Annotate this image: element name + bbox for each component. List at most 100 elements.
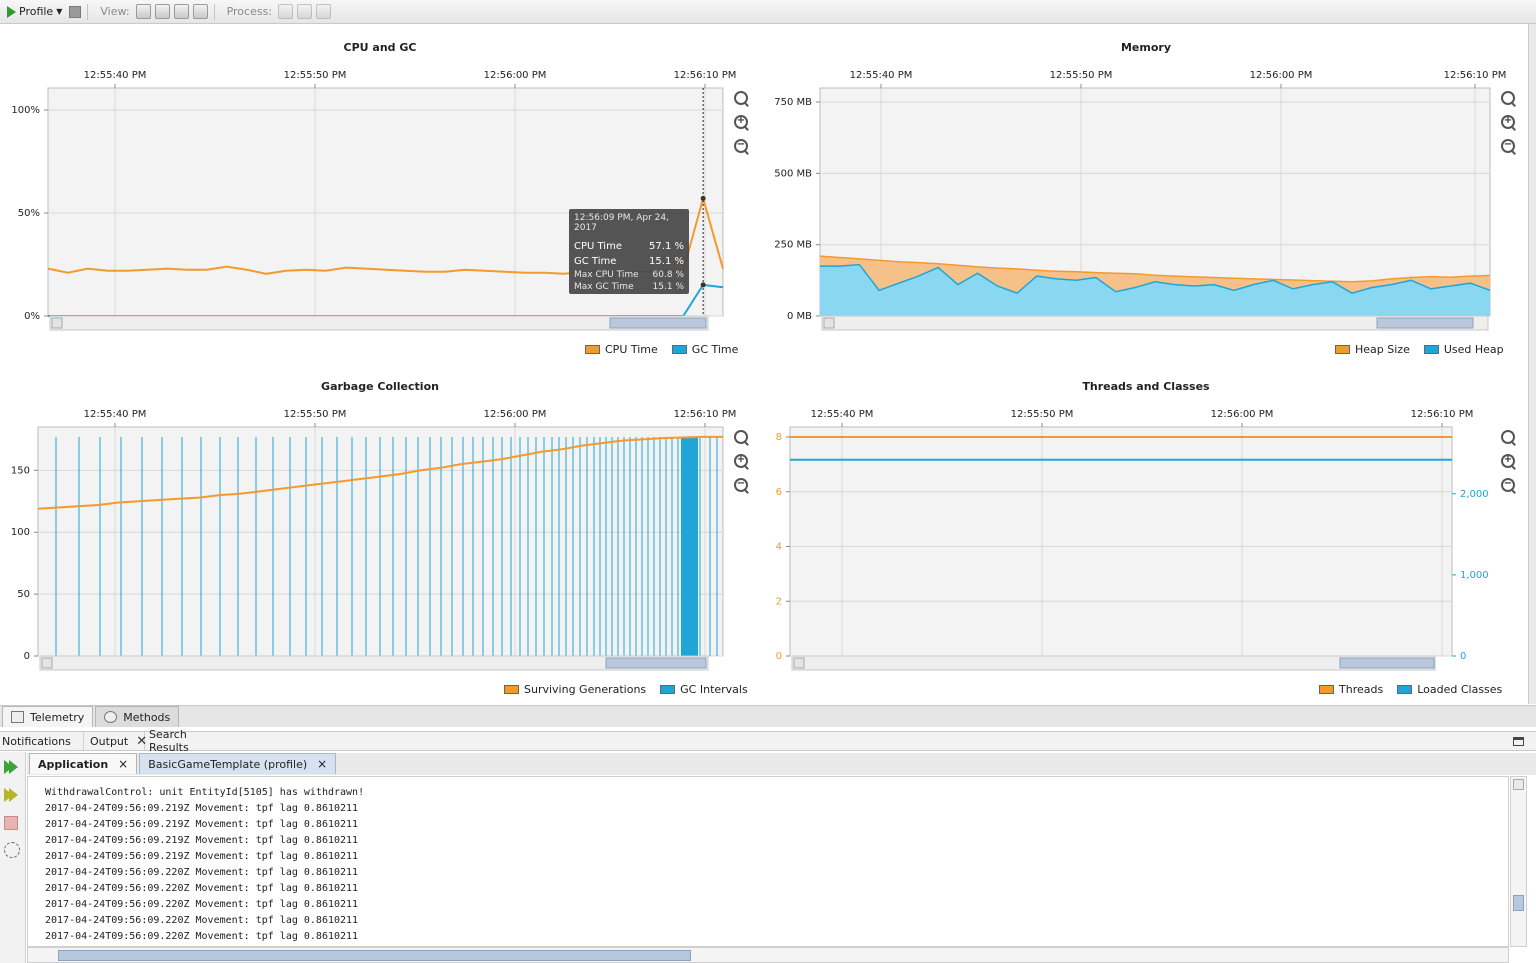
cpu-chart-title: CPU and GC	[343, 41, 417, 54]
tooltip-value: 15.1 %	[652, 282, 684, 292]
threads-legend: Threads Loaded Classes	[1319, 683, 1502, 696]
console-line: 2017-04-24T09:56:09.220Z Movement: tpf l…	[45, 899, 359, 910]
legend-heap-size: Heap Size	[1335, 343, 1410, 356]
scroll-thumb[interactable]	[58, 950, 691, 961]
snapshot-icon[interactable]	[278, 4, 294, 19]
time-tick-label: 12:56:00 PM	[1211, 409, 1274, 420]
zoom-in-icon[interactable]: +	[733, 453, 751, 471]
threads-y-tick-label: 6	[776, 487, 782, 498]
zoom-in-icon[interactable]: +	[1500, 453, 1518, 471]
threads-zoom-controls: + −	[1500, 429, 1518, 495]
time-tick-label: 12:55:50 PM	[284, 409, 347, 420]
time-tick-label: 12:56:10 PM	[1411, 409, 1474, 420]
tab-label: BasicGameTemplate (profile)	[148, 757, 308, 771]
stop-icon[interactable]	[4, 816, 18, 830]
chart-scrollbar	[49, 315, 709, 331]
tab-notifications[interactable]: Notifications	[0, 732, 84, 750]
threads-chart: 12:55:40 PM 12:55:50 PM 12:56:00 PM 12:56:1…	[776, 409, 1489, 671]
legend-label: Loaded Classes	[1417, 683, 1503, 696]
tooltip-label: CPU Time	[574, 241, 622, 252]
right-scroll-edge[interactable]	[1528, 24, 1536, 704]
zoom-out-icon[interactable]: −	[1500, 477, 1518, 495]
zoom-out-icon[interactable]: −	[733, 138, 751, 156]
close-icon[interactable]: ×	[118, 757, 128, 771]
threads-y-tick-label: 8	[776, 432, 782, 443]
heap-dump-icon[interactable]	[297, 4, 313, 19]
tab-telemetry[interactable]: Telemetry	[2, 706, 94, 727]
tab-application[interactable]: Application ×	[29, 753, 138, 774]
time-tick-label: 12:56:10 PM	[674, 70, 737, 81]
tooltip-gc-row: GC Time 15.1 %	[574, 254, 684, 269]
settings-icon[interactable]	[4, 842, 20, 858]
plot-area	[789, 426, 1453, 657]
console-horizontal-scrollbar[interactable]	[27, 947, 1509, 963]
tooltip-max-gc-row: Max GC Time 15.1 %	[574, 281, 684, 293]
legend-swatch	[585, 345, 600, 354]
zoom-fit-icon[interactable]	[1500, 429, 1518, 447]
memory-chart-title: Memory	[1120, 41, 1172, 54]
zoom-out-icon[interactable]: −	[733, 477, 751, 495]
time-tick-label: 12:55:50 PM	[1050, 70, 1113, 81]
zoom-fit-icon[interactable]	[1500, 90, 1518, 108]
console-output[interactable]: WithdrawalControl: unit EntityId[5105] h…	[27, 776, 1509, 947]
rerun-icon[interactable]	[4, 760, 20, 776]
memory-legend: Heap Size Used Heap	[1335, 343, 1504, 356]
zoom-in-icon[interactable]: +	[1500, 114, 1518, 132]
tooltip-cpu-row: CPU Time 57.1 %	[574, 239, 684, 254]
memory-zoom-controls: + −	[1500, 90, 1518, 156]
tooltip-value: 15.1 %	[649, 256, 684, 267]
console-action-strip	[0, 752, 26, 963]
tooltip-value: 60.8 %	[652, 270, 684, 280]
stop-icon[interactable]	[69, 5, 82, 18]
tab-output[interactable]: Output ✕	[84, 732, 147, 750]
tab-search-results[interactable]: Search Results	[145, 728, 235, 754]
profile-button[interactable]: Profile ▼	[4, 2, 65, 22]
memory-view-icon[interactable]	[154, 4, 170, 19]
tooltip-label: Max GC Time	[574, 282, 634, 292]
tooltip-label: GC Time	[574, 256, 617, 267]
threads-y-tick-label: 2	[776, 596, 782, 607]
time-tick-label: 12:56:00 PM	[484, 409, 547, 420]
console-vertical-scrollbar[interactable]	[1510, 776, 1527, 947]
legend-swatch	[1397, 685, 1413, 694]
cpu-tooltip: 12:56:09 PM, Apr 24, 2017 CPU Time 57.1 %…	[569, 209, 689, 294]
time-tick-label: 12:55:40 PM	[84, 409, 147, 420]
minimize-icon[interactable]	[1513, 737, 1524, 746]
rerun-with-params-icon[interactable]	[4, 788, 20, 804]
list-view-icon[interactable]	[192, 4, 208, 19]
tooltip-max-cpu-row: Max CPU Time 60.8 %	[574, 269, 684, 281]
play-icon	[9, 788, 18, 802]
gc-interval-bar-wide	[681, 437, 698, 656]
threads-y-tick-label: 0	[776, 651, 782, 662]
view-label: View:	[100, 5, 130, 18]
time-tick-label: 12:55:40 PM	[811, 409, 874, 420]
tab-label: Methods	[123, 710, 171, 724]
gc-trash-icon[interactable]	[316, 4, 332, 19]
y-tick-label: 0	[24, 651, 30, 662]
y-tick-label: 0 MB	[787, 311, 812, 322]
process-label: Process:	[226, 5, 273, 18]
zoom-in-icon[interactable]: +	[733, 114, 751, 132]
trash-view-icon[interactable]	[173, 4, 189, 19]
telemetry-view-icon[interactable]	[135, 4, 151, 19]
zoom-fit-icon[interactable]	[733, 90, 751, 108]
console-line: 2017-04-24T09:56:09.219Z Movement: tpf l…	[45, 835, 359, 846]
output-tabs: Notifications Output ✕ Search Results	[0, 728, 1536, 754]
gc-zoom-controls: + −	[733, 429, 751, 495]
legend-swatch	[671, 345, 687, 354]
tab-methods[interactable]: Methods	[95, 706, 180, 727]
tab-label: Telemetry	[30, 710, 85, 724]
close-icon[interactable]: ×	[317, 757, 327, 771]
console-line: 2017-04-24T09:56:09.220Z Movement: tpf l…	[45, 867, 359, 878]
legend-label: CPU Time	[605, 343, 658, 356]
zoom-out-icon[interactable]: −	[1500, 138, 1518, 156]
scroll-up-arrow[interactable]	[1513, 779, 1524, 790]
scroll-thumb[interactable]	[1513, 895, 1524, 911]
view-tabs: Telemetry Methods	[0, 705, 1536, 727]
legend-label: Surviving Generations	[524, 683, 647, 696]
tab-basicgametemplate[interactable]: BasicGameTemplate (profile) ×	[139, 753, 337, 774]
y-tick-label: 250 MB	[774, 240, 812, 251]
zoom-fit-icon[interactable]	[733, 429, 751, 447]
tab-label: Output	[90, 734, 129, 748]
chevron-down-icon[interactable]: ▼	[56, 7, 62, 16]
